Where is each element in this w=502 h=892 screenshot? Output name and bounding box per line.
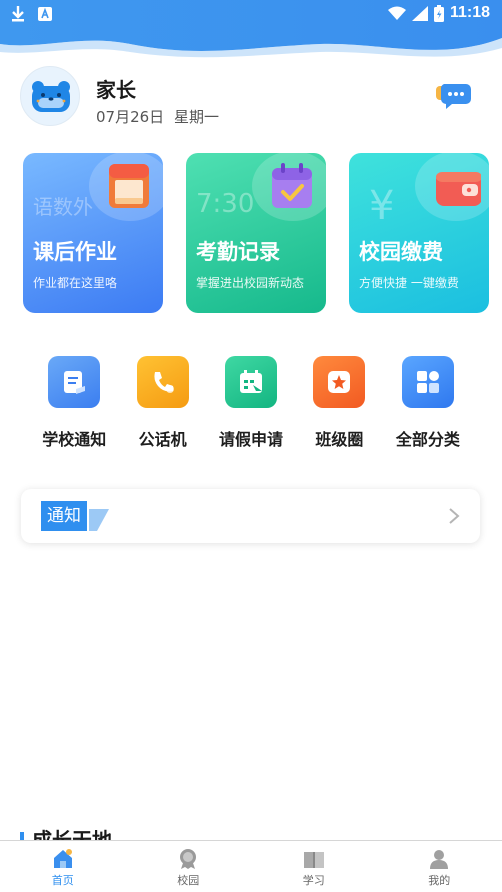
tab-mine[interactable]: 我的	[377, 841, 502, 892]
class-circle-star-icon	[313, 356, 366, 408]
card-attendance[interactable]: 7:30 考勤记录 掌握进出校园新动态	[186, 153, 326, 313]
shortcut-label: 公话机	[138, 430, 187, 449]
tab-label: 首页	[51, 874, 74, 887]
tab-campus[interactable]: 校园	[126, 841, 252, 892]
user-icon	[428, 848, 450, 870]
bear-avatar-icon	[32, 81, 70, 112]
card-ghost-text: 7:30	[196, 189, 255, 219]
card-title: 课后作业	[33, 240, 117, 264]
bottom-tab-bar: 首页 校园 学习 我的	[0, 840, 502, 892]
tab-label: 学习	[302, 874, 325, 887]
phone-icon	[136, 356, 189, 408]
notice-tag-tail-icon	[89, 509, 109, 531]
card-subtitle: 掌握进出校园新动态	[196, 276, 305, 290]
card-payment[interactable]: ¥ 校园缴费 方便快捷 一键缴费	[349, 153, 489, 313]
school-notice-icon	[48, 356, 101, 408]
card-title: 校园缴费	[359, 240, 443, 264]
shortcut-class-circle[interactable]: 班级圈	[295, 356, 383, 452]
chat-bubble-icon	[436, 84, 471, 109]
shortcut-grid: 学校通知 公话机 请假申请 班级圈 全部分类	[10, 356, 492, 452]
shortcut-label: 全部分类	[395, 430, 460, 449]
card-ghost-text: 语数外	[33, 195, 93, 219]
section-marker	[20, 832, 24, 840]
book-icon	[303, 848, 325, 870]
status-bar: 11:18	[0, 0, 502, 30]
current-date: 07月26日	[96, 108, 165, 126]
message-button[interactable]	[436, 80, 472, 112]
wifi-icon	[387, 6, 406, 20]
card-ghost-text: ¥	[369, 183, 395, 229]
signal-icon	[411, 5, 428, 21]
current-weekday: 星期一	[174, 108, 220, 126]
shortcut-label: 班级圈	[315, 430, 364, 449]
shortcut-school-notice[interactable]: 学校通知	[30, 356, 118, 452]
tab-label: 我的	[428, 874, 451, 887]
tab-home[interactable]: 首页	[0, 841, 126, 892]
campus-badge-icon	[177, 848, 199, 870]
shortcut-label: 请假申请	[219, 430, 284, 449]
avatar[interactable]	[20, 66, 80, 126]
user-header: 家长 07月26日 星期一	[20, 66, 482, 128]
card-homework[interactable]: 语数外 课后作业 作业都在这里咯	[23, 153, 163, 313]
wallet-icon	[436, 172, 481, 206]
notice-bar[interactable]: 通知	[21, 489, 480, 543]
download-icon	[12, 6, 24, 22]
shortcut-leave-request[interactable]: 请假申请	[207, 356, 295, 452]
status-time: 11:18	[449, 4, 490, 21]
calendar-check-icon	[272, 163, 312, 208]
section-title: 成长天地	[32, 828, 112, 840]
user-role-name: 家长	[96, 78, 136, 102]
card-subtitle: 方便快捷 一键缴费	[359, 276, 459, 290]
chevron-right-icon	[449, 508, 460, 524]
notice-tag: 通知	[41, 501, 87, 531]
home-icon	[52, 848, 74, 870]
leave-calendar-icon	[225, 356, 278, 408]
shortcut-all-categories[interactable]: 全部分类	[384, 356, 472, 452]
shortcut-phone[interactable]: 公话机	[118, 356, 206, 452]
card-title: 考勤记录	[196, 240, 280, 264]
notebook-icon	[109, 164, 149, 208]
all-categories-icon	[401, 356, 454, 408]
tab-label: 校园	[177, 874, 200, 887]
app-notification-icon	[38, 7, 52, 21]
tab-study[interactable]: 学习	[251, 841, 377, 892]
battery-icon	[433, 4, 444, 22]
card-subtitle: 作业都在这里咯	[33, 276, 118, 290]
shortcut-label: 学校通知	[42, 430, 107, 449]
